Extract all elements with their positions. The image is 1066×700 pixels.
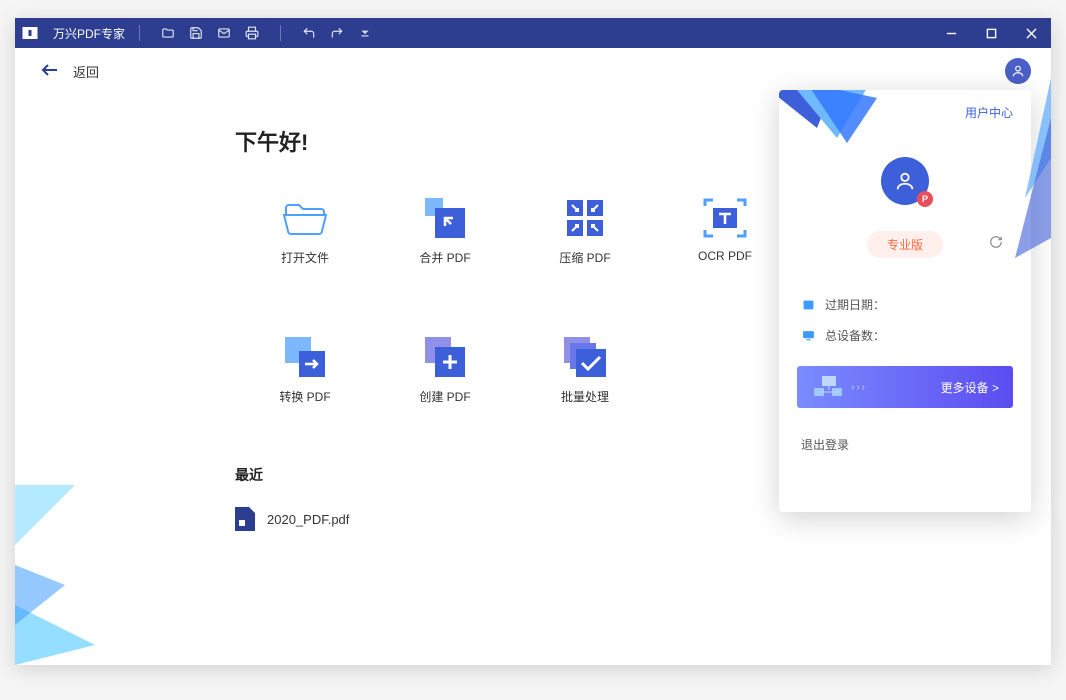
ocr-icon xyxy=(699,197,751,239)
recent-file-name: 2020_PDF.pdf xyxy=(267,512,349,527)
minimize-button[interactable] xyxy=(931,18,971,48)
plan-tag: 专业版 xyxy=(867,231,943,258)
banner-label: 更多设备 > xyxy=(941,379,999,396)
logout-link[interactable]: 退出登录 xyxy=(801,436,1031,453)
action-convert-pdf[interactable]: 转换 PDF xyxy=(235,336,375,405)
action-label: OCR PDF xyxy=(698,249,752,263)
mail-icon[interactable] xyxy=(210,19,238,47)
action-merge-pdf[interactable]: 合并 PDF xyxy=(375,197,515,266)
back-arrow-icon[interactable] xyxy=(41,63,59,80)
calendar-icon xyxy=(801,298,815,312)
chevron-icon: ››› xyxy=(851,382,867,393)
action-label: 批量处理 xyxy=(561,388,609,405)
devices-label: 总设备数： xyxy=(825,327,885,344)
action-label: 压缩 PDF xyxy=(559,249,610,266)
pdf-file-icon xyxy=(235,507,255,531)
app-title: 万兴PDF专家 xyxy=(53,25,125,42)
user-avatar-button[interactable] xyxy=(1005,58,1031,84)
merge-icon xyxy=(419,197,471,239)
devices-row: 总设备数： xyxy=(801,327,1031,344)
action-label: 创建 PDF xyxy=(419,388,470,405)
panel-decoration-icon xyxy=(779,90,877,148)
action-create-pdf[interactable]: 创建 PDF xyxy=(375,336,515,405)
create-icon xyxy=(419,336,471,378)
expiry-row: 过期日期： xyxy=(801,296,1031,313)
devices-banner-icon xyxy=(811,366,845,408)
app-logo-icon xyxy=(15,18,45,48)
app-window: 万兴PDF专家 xyxy=(15,18,1051,665)
window-controls xyxy=(931,18,1051,48)
print-icon[interactable] xyxy=(238,19,266,47)
user-panel: 用户中心 P 专业版 过期日期： xyxy=(779,90,1031,512)
folder-open-icon xyxy=(279,197,331,239)
action-ocr-pdf[interactable]: OCR PDF xyxy=(655,197,795,266)
more-devices-banner[interactable]: ››› 更多设备 > xyxy=(797,366,1013,408)
back-row: 返回 xyxy=(15,48,1051,95)
content-area: 返回 下午好! 打开文件 合并 PDF 压缩 PDF xyxy=(15,48,1051,665)
monitor-icon xyxy=(801,329,815,343)
plan-row: 专业版 xyxy=(779,231,1031,258)
titlebar-divider xyxy=(280,25,281,41)
pro-badge: P xyxy=(917,191,933,207)
close-button[interactable] xyxy=(1011,18,1051,48)
window-decoration-bl xyxy=(15,485,95,665)
back-label[interactable]: 返回 xyxy=(73,62,99,81)
undo-icon[interactable] xyxy=(295,19,323,47)
convert-icon xyxy=(279,336,331,378)
panel-info: 过期日期： 总设备数： xyxy=(801,296,1031,344)
maximize-button[interactable] xyxy=(971,18,1011,48)
action-label: 合并 PDF xyxy=(419,249,470,266)
compress-icon xyxy=(559,197,611,239)
titlebar: 万兴PDF专家 xyxy=(15,18,1051,48)
refresh-icon[interactable] xyxy=(989,235,1003,254)
redo-icon[interactable] xyxy=(323,19,351,47)
action-label: 转换 PDF xyxy=(279,388,330,405)
action-compress-pdf[interactable]: 压缩 PDF xyxy=(515,197,655,266)
more-icon[interactable] xyxy=(351,19,379,47)
save-icon[interactable] xyxy=(182,19,210,47)
expiry-label: 过期日期： xyxy=(825,296,885,313)
open-folder-icon[interactable] xyxy=(154,19,182,47)
action-label: 打开文件 xyxy=(281,249,329,266)
action-open-file[interactable]: 打开文件 xyxy=(235,197,375,266)
batch-icon xyxy=(559,336,611,378)
panel-avatar-icon: P xyxy=(881,157,929,205)
titlebar-divider xyxy=(139,25,140,41)
panel-avatar-wrap: P xyxy=(779,157,1031,205)
action-batch-process[interactable]: 批量处理 xyxy=(515,336,655,405)
